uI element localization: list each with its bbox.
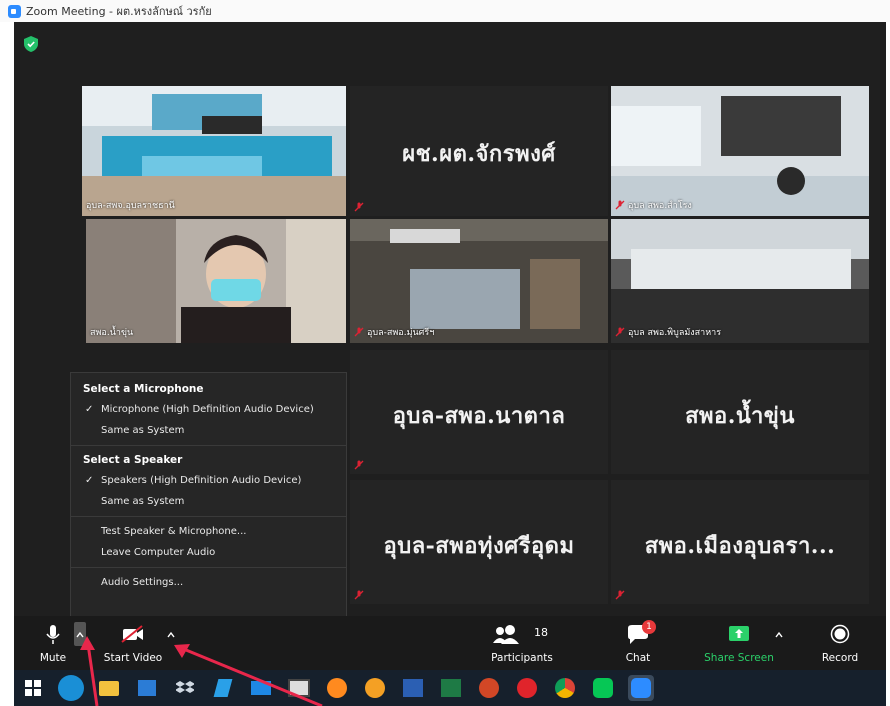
menu-item-audio-settings[interactable]: Audio Settings... <box>71 572 346 593</box>
video-options-caret[interactable] <box>164 616 178 670</box>
participant-display-name: อุบล-สพอ.นาตาล <box>392 403 566 429</box>
participant-name: อุบล สพอ.พิบูลมังสาหาร <box>615 325 721 339</box>
menu-divider <box>71 516 346 517</box>
meeting-toolbar: Mute Start Video 18 Participants 1 Chat … <box>14 616 886 670</box>
store-icon[interactable] <box>134 675 160 701</box>
microphone-header: Select a Microphone <box>83 383 204 395</box>
mic-muted-icon <box>354 202 364 212</box>
video-tile[interactable]: อุบล-สพจ.อุบลราชธานี <box>82 86 346 216</box>
video-tile[interactable]: สพอ.น้ำขุ่น <box>611 350 869 474</box>
check-icon: ✓ <box>85 404 94 415</box>
windows-start-icon[interactable] <box>20 675 46 701</box>
menu-divider <box>71 445 346 446</box>
chevron-up-icon <box>775 631 783 638</box>
participant-name: สพอ.น้ำขุ่น <box>90 328 134 338</box>
pdf-icon[interactable] <box>514 675 540 701</box>
audio-options-caret[interactable] <box>72 616 88 670</box>
speaker-header: Select a Speaker <box>83 454 183 466</box>
video-off-icon <box>121 625 143 643</box>
start-video-button[interactable]: Start Video <box>102 616 164 670</box>
video-tile[interactable]: สพอ.น้ำขุ่น <box>86 219 346 343</box>
participants-icon <box>493 625 520 644</box>
participant-name: อุบล สพอ.สำโรง <box>615 198 692 212</box>
video-tile[interactable]: อุบล-สพอ.นาตาล <box>350 350 608 474</box>
mic-muted-icon <box>354 327 364 337</box>
participant-display-name: สพอ.น้ำขุ่น <box>685 403 795 429</box>
terminal-icon[interactable] <box>286 675 312 701</box>
participants-button[interactable]: 18 Participants <box>482 616 562 670</box>
participant-name: อุบล-สพอ.มุ่นศรีฯ <box>354 325 434 339</box>
video-tile[interactable]: สพอ.เมืองอุบลรา... <box>611 480 869 604</box>
mic-muted-icon <box>615 327 625 337</box>
video-tile[interactable]: อุบล-สพอทุ่งศรีอุดม <box>350 480 608 604</box>
meeting-room-video <box>82 86 346 216</box>
mail-icon[interactable] <box>248 675 274 701</box>
meeting-stage: อุบล-สพจ.อุบลราชธานี ผช.ผต.จักรพงศ์ อุบล… <box>14 22 886 670</box>
chat-button[interactable]: 1 Chat <box>618 616 658 670</box>
participant-name: อุบล-สพจ.อุบลราชธานี <box>86 201 175 211</box>
zoom-taskbar-icon[interactable] <box>628 675 654 701</box>
edge-browser-icon[interactable] <box>58 675 84 701</box>
menu-item-speakers-system[interactable]: Same as System <box>71 491 346 512</box>
mic-muted-icon <box>354 460 364 470</box>
video-tile[interactable]: อุบล สพอ.สำโรง <box>611 86 869 216</box>
firefox-icon[interactable] <box>324 675 350 701</box>
pictures-icon[interactable] <box>362 675 388 701</box>
mic-muted-icon <box>615 590 625 600</box>
mic-muted-icon <box>354 590 364 600</box>
participant-name <box>354 460 364 470</box>
participant-name <box>615 590 625 600</box>
audio-options-menu: Select a Microphone ✓ Microphone (High De… <box>70 372 347 622</box>
participants-count: 18 <box>534 626 548 639</box>
video-tile[interactable]: อุบล สพอ.พิบูลมังสาหาร <box>611 219 869 343</box>
record-button[interactable]: Record <box>814 616 866 670</box>
menu-item-test-audio[interactable]: Test Speaker & Microphone... <box>71 521 346 542</box>
share-options-caret[interactable] <box>772 616 786 670</box>
video-tile[interactable]: อุบล-สพอ.มุ่นศรีฯ <box>350 219 608 343</box>
window-title: Zoom Meeting - ผต.หรงลักษณ์ วรกัย <box>26 5 212 18</box>
chrome-icon[interactable] <box>552 675 578 701</box>
participant-name <box>354 590 364 600</box>
participant-display-name: อุบล-สพอทุ่งศรีอุดม <box>383 533 575 559</box>
check-icon: ✓ <box>85 475 94 486</box>
chevron-up-icon <box>167 631 175 638</box>
shield-icon[interactable] <box>24 36 38 52</box>
menu-item-microphone-system[interactable]: Same as System <box>71 420 346 441</box>
windows-taskbar <box>14 670 886 706</box>
office-video <box>611 86 869 216</box>
chevron-up-icon <box>76 631 84 638</box>
share-screen-button[interactable]: Share Screen <box>696 616 782 670</box>
record-icon <box>830 624 850 644</box>
chat-badge: 1 <box>642 620 656 634</box>
word-icon[interactable] <box>400 675 426 701</box>
line-icon[interactable] <box>590 675 616 701</box>
video-tile[interactable]: ผช.ผต.จักรพงศ์ <box>350 86 608 216</box>
vscode-icon[interactable] <box>210 675 236 701</box>
participant-display-name: สพอ.เมืองอุบลรา... <box>644 533 836 559</box>
menu-item-speakers-hd[interactable]: ✓ Speakers (High Definition Audio Device) <box>71 470 346 491</box>
mic-muted-icon <box>615 200 625 210</box>
menu-item-leave-audio[interactable]: Leave Computer Audio <box>71 542 346 563</box>
powerpoint-icon[interactable] <box>476 675 502 701</box>
participant-name <box>354 202 364 212</box>
dropbox-icon[interactable] <box>172 675 198 701</box>
file-explorer-icon[interactable] <box>96 675 122 701</box>
zoom-app-icon <box>8 4 21 18</box>
menu-divider <box>71 567 346 568</box>
microphone-icon <box>46 625 60 644</box>
menu-item-microphone-hd[interactable]: ✓ Microphone (High Definition Audio Devic… <box>71 399 346 420</box>
mute-button[interactable]: Mute <box>36 616 70 670</box>
participant-display-name: ผช.ผต.จักรพงศ์ <box>402 141 556 167</box>
excel-icon[interactable] <box>438 675 464 701</box>
window-titlebar: Zoom Meeting - ผต.หรงลักษณ์ วรกัย <box>0 0 890 22</box>
share-screen-icon <box>729 626 749 641</box>
